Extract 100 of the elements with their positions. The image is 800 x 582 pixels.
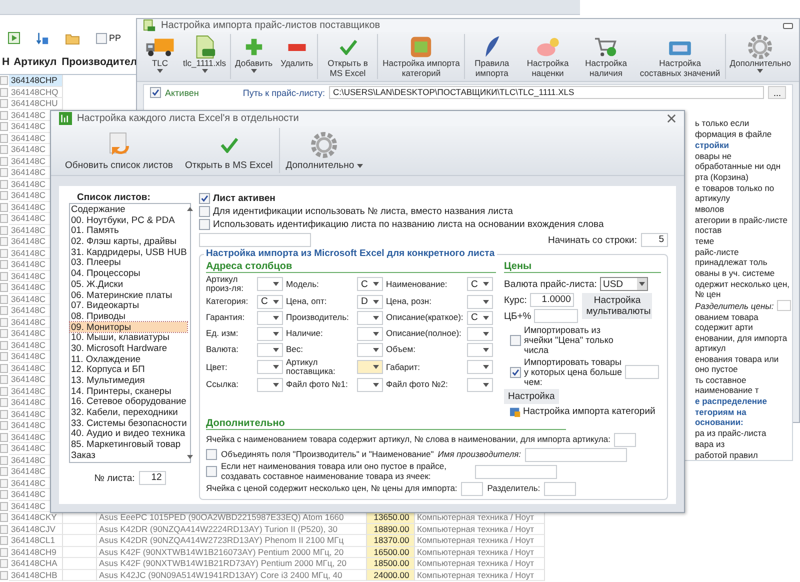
list-item[interactable]: Содержание (70, 204, 187, 215)
column-select[interactable] (357, 326, 383, 340)
column-select[interactable] (257, 310, 283, 324)
row-checkbox[interactable] (0, 76, 8, 85)
row-checkbox[interactable] (0, 432, 8, 442)
row-checkbox[interactable] (0, 99, 8, 108)
row-checkbox[interactable] (0, 306, 8, 315)
list-item[interactable]: 14. Принтеры, сканеры (70, 386, 187, 396)
row-checkbox[interactable] (0, 248, 8, 258)
column-select[interactable] (257, 378, 283, 392)
list-item[interactable]: 33. Системы безопасности (70, 418, 187, 428)
row-checkbox[interactable] (0, 237, 8, 246)
scroll-down-icon[interactable] (186, 455, 193, 459)
checkbox[interactable] (199, 218, 210, 230)
row-checkbox[interactable] (0, 352, 8, 361)
toolbar-button[interactable]: Удалить (276, 34, 318, 79)
list-item[interactable]: 12. Корпуса и БП (70, 364, 187, 375)
categories-link[interactable]: Настройка импорта категорий (523, 406, 656, 417)
list-item[interactable]: 16. Сетевое оборудование (70, 396, 187, 408)
path-field[interactable]: C:\USERS\LAN\DESKTOP\ПОСТАВЩИКИ\TLC\TLC_1111.XLS (329, 86, 764, 99)
checkbox[interactable] (150, 87, 161, 98)
row-checkbox[interactable] (0, 202, 8, 212)
row-checkbox[interactable] (0, 145, 8, 154)
column-select[interactable]: C (257, 294, 283, 308)
row-checkbox[interactable] (0, 570, 8, 580)
list-item[interactable]: 00. Ноутбуки, PC & PDA (70, 214, 187, 226)
row-checkbox[interactable] (0, 260, 8, 269)
toolbar-button[interactable]: tlc_1111.xls (179, 34, 231, 79)
toolbar-button[interactable]: Открыть в MS Excel (318, 34, 378, 79)
input-field[interactable] (199, 233, 311, 247)
column-select[interactable] (357, 310, 383, 324)
checkbox[interactable] (206, 466, 217, 477)
list-item[interactable]: 40. Аудио и видео техника (70, 428, 187, 440)
column-header[interactable]: Артикул (10, 56, 60, 68)
toolbar-button[interactable]: TLC (141, 34, 179, 79)
row-checkbox[interactable] (0, 88, 8, 96)
column-select[interactable] (467, 326, 493, 340)
row-checkbox[interactable] (0, 548, 8, 556)
column-select[interactable] (357, 360, 383, 374)
checkbox[interactable] (96, 32, 107, 44)
column-select[interactable]: C (357, 277, 383, 291)
row-checkbox[interactable] (0, 122, 8, 131)
list-item[interactable]: 02. Флэш карты, драйвы (70, 236, 187, 247)
checkbox[interactable] (199, 192, 210, 204)
column-select[interactable] (257, 326, 283, 340)
row-checkbox[interactable] (0, 502, 8, 510)
list-item[interactable]: 11. Охлаждение (70, 354, 187, 364)
row-checkbox[interactable] (0, 410, 8, 418)
column-select[interactable] (467, 360, 493, 374)
toolbar-button[interactable]: Дополнительно (726, 34, 795, 79)
row-checkbox[interactable] (0, 340, 8, 350)
column-select[interactable]: C (467, 310, 493, 324)
input-field[interactable] (614, 432, 636, 446)
row-checkbox[interactable] (0, 214, 8, 223)
checkbox[interactable] (510, 334, 521, 346)
list-item[interactable]: 06. Материнские платы (70, 290, 187, 300)
play-icon[interactable] (8, 32, 20, 44)
list-item[interactable]: 03. Плееры (70, 257, 187, 268)
close-icon[interactable] (667, 114, 676, 123)
row-checkbox[interactable] (0, 168, 8, 177)
column-select[interactable]: D (357, 294, 383, 308)
column-select[interactable] (467, 342, 493, 356)
row-checkbox[interactable] (0, 490, 8, 499)
row-checkbox[interactable] (0, 386, 8, 396)
sort-icon[interactable] (36, 32, 49, 44)
row-checkbox[interactable] (0, 283, 8, 292)
row-checkbox[interactable] (0, 536, 8, 545)
row-checkbox[interactable] (0, 478, 8, 488)
column-select[interactable] (257, 277, 283, 291)
row-checkbox[interactable] (0, 524, 8, 534)
row-checkbox[interactable] (0, 467, 8, 476)
input-field[interactable] (475, 464, 557, 478)
sheet-number-field[interactable]: 12 (138, 471, 166, 485)
scroll-up-icon[interactable] (186, 207, 193, 211)
toolbar-button[interactable]: Дополнительно (280, 128, 370, 173)
checkbox[interactable] (206, 449, 217, 460)
row-checkbox[interactable] (0, 421, 8, 430)
start-row-field[interactable]: 5 (641, 233, 668, 247)
column-select[interactable] (467, 294, 493, 308)
list-item[interactable]: 09. Мониторы (70, 322, 187, 332)
column-select[interactable] (257, 360, 283, 374)
column-select[interactable] (257, 342, 283, 356)
toolbar-button[interactable]: Настройка импорта категорий (378, 34, 466, 79)
row-checkbox[interactable] (0, 110, 8, 120)
row-checkbox[interactable] (0, 318, 8, 326)
row-checkbox[interactable] (0, 559, 8, 568)
list-item[interactable]: Заказ (70, 450, 187, 460)
row-checkbox[interactable] (0, 191, 8, 200)
row-checkbox[interactable] (0, 364, 8, 372)
row-checkbox[interactable] (0, 272, 8, 280)
input-field[interactable] (525, 448, 628, 462)
row-checkbox[interactable] (0, 156, 8, 166)
browse-button[interactable]: ... (768, 86, 786, 99)
row-checkbox[interactable] (0, 398, 8, 407)
list-item[interactable]: 85. Маркетинговый товар (70, 439, 187, 450)
toolbar-button[interactable]: Правила импорта (465, 34, 519, 79)
toolbar-button[interactable]: Настройка составных значений (635, 34, 726, 79)
checkbox[interactable] (199, 206, 210, 216)
minimize-icon[interactable] (783, 22, 793, 28)
row-checkbox[interactable] (0, 513, 8, 522)
